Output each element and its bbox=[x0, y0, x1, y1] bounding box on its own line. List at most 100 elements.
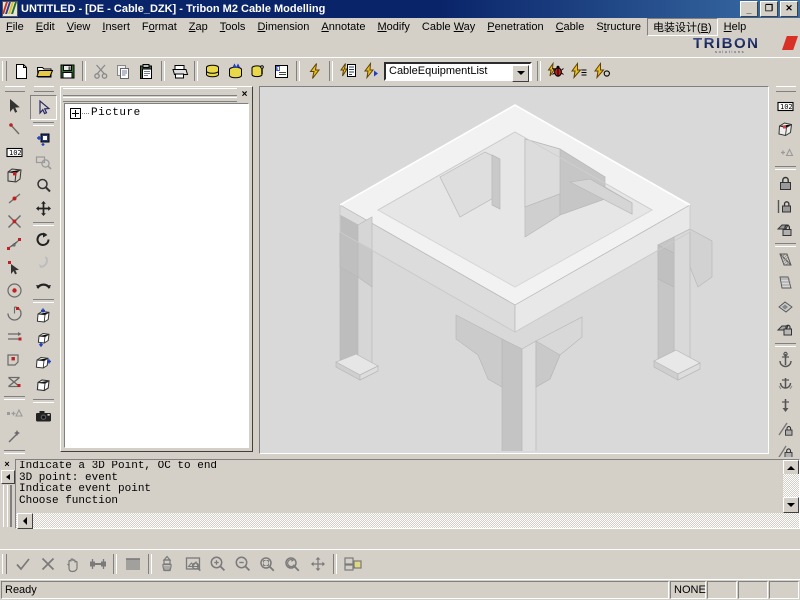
cut-scissors-icon[interactable] bbox=[89, 60, 112, 82]
relative-point-icon[interactable] bbox=[2, 233, 27, 256]
confirm-check-icon[interactable] bbox=[10, 552, 35, 576]
box-add-icon[interactable] bbox=[31, 305, 56, 328]
zoom-previous-icon[interactable] bbox=[280, 552, 305, 576]
delta-point-icon[interactable] bbox=[2, 402, 27, 425]
zoom-window-icon[interactable] bbox=[31, 151, 56, 174]
tree-panel-grip-2[interactable] bbox=[63, 97, 237, 102]
point-line-icon[interactable] bbox=[2, 118, 27, 141]
box-copy-icon[interactable] bbox=[31, 328, 56, 351]
menu-item-dimension[interactable]: Dimension bbox=[251, 20, 315, 34]
scroll-left-icon[interactable] bbox=[17, 512, 33, 529]
paste-clipboard-icon[interactable] bbox=[135, 60, 158, 82]
scroll-down-icon[interactable] bbox=[783, 497, 799, 513]
menu-item-cable-way[interactable]: Cable Way bbox=[416, 20, 481, 34]
box-plus-icon[interactable] bbox=[31, 351, 56, 374]
intersection-icon[interactable] bbox=[2, 210, 27, 233]
tree-node-picture[interactable]: Picture bbox=[70, 107, 248, 119]
pick-point-icon[interactable] bbox=[2, 256, 27, 279]
brush-icon[interactable] bbox=[155, 552, 180, 576]
undo-view-icon[interactable] bbox=[31, 274, 56, 297]
message-pane-body[interactable]: Indicate a 3D Point, OC to end 3D point: … bbox=[15, 459, 800, 529]
box-icon[interactable] bbox=[31, 374, 56, 397]
plane-point-icon[interactable] bbox=[2, 348, 27, 371]
menu-item-view[interactable]: View bbox=[61, 20, 97, 34]
tree-panel-body[interactable]: Picture bbox=[64, 103, 249, 448]
save-disk-icon[interactable] bbox=[56, 60, 79, 82]
tree-panel-grip[interactable] bbox=[63, 88, 237, 96]
offset-point-icon[interactable] bbox=[2, 325, 27, 348]
menu-item-zap[interactable]: Zap bbox=[183, 20, 214, 34]
coordinate-102-icon[interactable]: 102 bbox=[773, 95, 798, 118]
minimize-button[interactable]: _ bbox=[740, 1, 758, 17]
hatch-pattern-icon[interactable] bbox=[773, 272, 798, 295]
zoom-fit-icon[interactable] bbox=[255, 552, 280, 576]
anchor-down-icon[interactable] bbox=[773, 395, 798, 418]
surface-lock-icon[interactable] bbox=[773, 318, 798, 341]
menu-item-cable[interactable]: Cable bbox=[550, 20, 591, 34]
chevron-down-icon[interactable] bbox=[512, 64, 529, 82]
camera-icon[interactable] bbox=[31, 405, 56, 428]
rotate-free-icon[interactable] bbox=[31, 251, 56, 274]
menu-item-tools[interactable]: Tools bbox=[214, 20, 252, 34]
menu-item-electrical-design[interactable]: 电装设计(B) bbox=[646, 18, 718, 36]
menu-item-help[interactable]: Help bbox=[718, 20, 753, 34]
copy-icon[interactable] bbox=[112, 60, 135, 82]
center-point-icon[interactable] bbox=[2, 279, 27, 302]
open-folder-icon[interactable] bbox=[33, 60, 56, 82]
connect-icon[interactable] bbox=[85, 552, 110, 576]
lightning-lines-icon[interactable] bbox=[567, 60, 590, 82]
message-horizontal-scrollbar[interactable] bbox=[16, 512, 799, 529]
select-arrow-icon[interactable] bbox=[2, 95, 27, 118]
angle-lock-icon[interactable] bbox=[773, 418, 798, 441]
close-button[interactable]: ✕ bbox=[780, 1, 798, 17]
menu-item-modify[interactable]: Modify bbox=[371, 20, 415, 34]
menu-item-structure[interactable]: Structure bbox=[590, 20, 647, 34]
expand-plus-icon[interactable] bbox=[70, 107, 81, 119]
zoom-out-icon[interactable] bbox=[230, 552, 255, 576]
arrange-windows-icon[interactable] bbox=[340, 552, 365, 576]
message-pane-collapse-icon[interactable] bbox=[1, 470, 15, 484]
select-cursor-icon[interactable] bbox=[30, 95, 57, 120]
wand-point-icon[interactable] bbox=[2, 425, 27, 448]
tree-panel-close-icon[interactable]: × bbox=[239, 89, 250, 101]
menu-item-penetration[interactable]: Penetration bbox=[481, 20, 549, 34]
debug-bug-icon[interactable] bbox=[544, 60, 567, 82]
tree-panel-titlebar[interactable]: × bbox=[63, 88, 250, 102]
menu-item-format[interactable]: Format bbox=[136, 20, 183, 34]
anchor-icon[interactable] bbox=[773, 349, 798, 372]
picture-zoom-icon[interactable] bbox=[180, 552, 205, 576]
lock-surface-icon[interactable] bbox=[773, 218, 798, 241]
scroll-track[interactable] bbox=[783, 474, 799, 499]
rtool-grip[interactable] bbox=[775, 86, 796, 92]
restore-button[interactable]: ❐ bbox=[760, 1, 778, 17]
new-icon[interactable] bbox=[10, 60, 33, 82]
lightning-icon[interactable] bbox=[303, 60, 326, 82]
pan-move-icon[interactable] bbox=[31, 197, 56, 220]
lock-line-icon[interactable] bbox=[773, 195, 798, 218]
database-update-icon[interactable] bbox=[224, 60, 247, 82]
add-delta-icon[interactable] bbox=[773, 141, 798, 164]
box-model-icon[interactable] bbox=[773, 118, 798, 141]
pan-arrows-icon[interactable] bbox=[305, 552, 330, 576]
rotate-icon[interactable] bbox=[31, 228, 56, 251]
cable-equipment-list-combo[interactable]: CableEquipmentList bbox=[384, 61, 532, 82]
box-point-icon[interactable] bbox=[2, 164, 27, 187]
lightning-circle-icon[interactable] bbox=[590, 60, 613, 82]
cancel-cross-icon[interactable] bbox=[35, 552, 60, 576]
zoom-in-icon[interactable] bbox=[205, 552, 230, 576]
add-object-icon[interactable] bbox=[31, 128, 56, 151]
message-pane-grip-2[interactable] bbox=[7, 485, 12, 527]
surface-hatch-icon[interactable] bbox=[773, 295, 798, 318]
message-vertical-scrollbar[interactable] bbox=[783, 460, 799, 513]
comb-rake-icon[interactable] bbox=[120, 552, 145, 576]
message-pane-dock-grip[interactable]: × bbox=[0, 457, 15, 531]
menu-item-annotate[interactable]: Annotate bbox=[315, 20, 371, 34]
3d-model-viewport[interactable] bbox=[259, 86, 769, 454]
properties-info-icon[interactable]: i bbox=[270, 60, 293, 82]
cross-point-icon[interactable] bbox=[2, 371, 27, 394]
anchor-alt-icon[interactable] bbox=[773, 372, 798, 395]
midpoint-icon[interactable] bbox=[2, 187, 27, 210]
ltool-a-grip[interactable] bbox=[4, 86, 25, 92]
lightning-step-icon[interactable] bbox=[359, 60, 382, 82]
anchor-hatch-icon[interactable] bbox=[773, 249, 798, 272]
